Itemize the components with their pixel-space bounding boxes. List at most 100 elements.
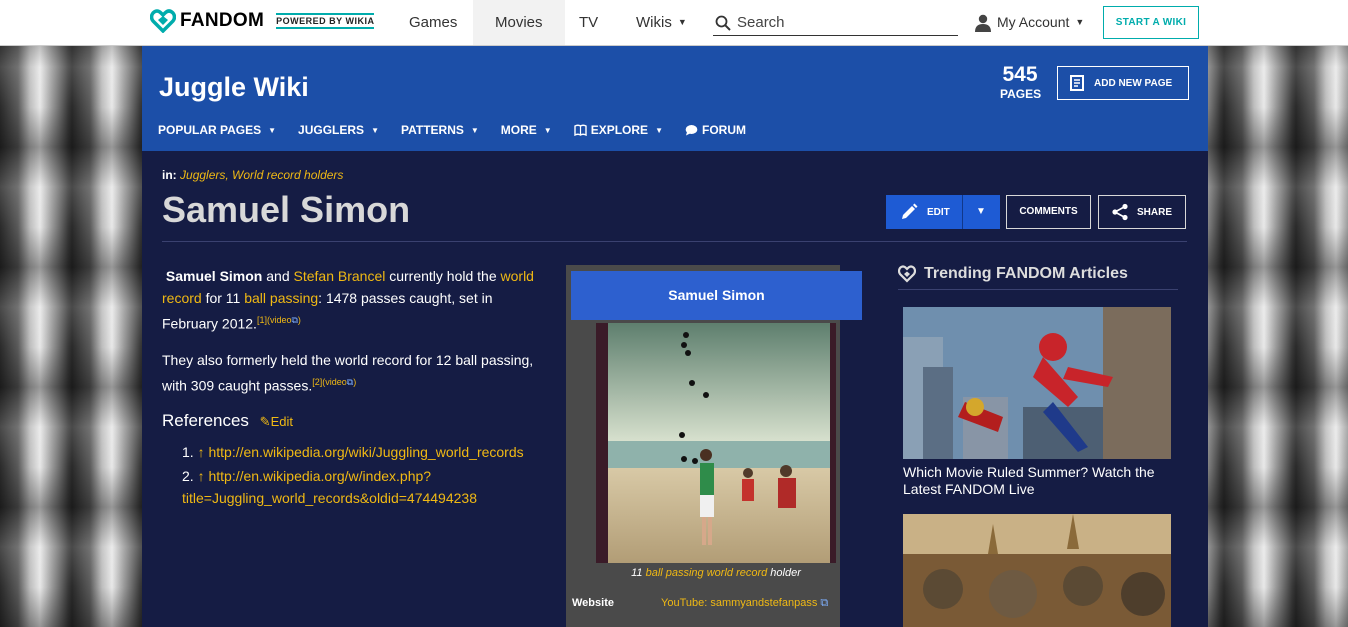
- reference-number: 1.: [182, 444, 194, 461]
- nav-patterns[interactable]: PATTERNS ▼: [401, 123, 479, 137]
- article-paragraph-1: Samuel Simon and Stefan Brancel currentl…: [162, 265, 542, 335]
- fandom-heart-icon: [898, 265, 916, 283]
- edit-button[interactable]: EDIT ▼: [886, 195, 1000, 229]
- external-link-icon: ⧉: [291, 315, 298, 325]
- nav-popular-pages-label: POPULAR PAGES: [158, 123, 262, 137]
- infobox: Samuel Simon 11 ball passing world recor…: [566, 265, 862, 627]
- reference-item: 2. ↑ http://en.wikipedia.org/w/index.php…: [182, 465, 542, 509]
- page-title: Samuel Simon: [162, 189, 411, 230]
- wiki-header: Juggle Wiki 545 PAGES ADD NEW PAGE POPUL…: [142, 46, 1208, 151]
- nav-games[interactable]: Games: [387, 0, 479, 45]
- nav-more-label: MORE: [500, 123, 537, 137]
- chevron-down-icon: ▼: [470, 125, 479, 135]
- references-edit-label: Edit: [270, 414, 293, 430]
- chevron-down-icon: ▼: [268, 125, 277, 135]
- chevron-down-icon: ▼: [371, 125, 379, 135]
- reference-2-label: [2]: [312, 376, 323, 387]
- infobox-title: Samuel Simon: [571, 271, 862, 320]
- nav-more[interactable]: MORE ▼: [501, 123, 552, 137]
- page-count-number: 545: [1002, 63, 1038, 86]
- infobox-caption: 11 ball passing world record holder: [566, 567, 866, 579]
- start-a-wiki-button[interactable]: START A WIKI: [1103, 6, 1199, 39]
- infobox-image[interactable]: [596, 323, 836, 563]
- header-divider: [162, 241, 1187, 242]
- user-icon: [975, 14, 991, 32]
- main-content: in: Jugglers, World record holders Samue…: [142, 151, 1208, 627]
- chevron-down-icon: ▼: [1075, 17, 1085, 27]
- nav-jugglers[interactable]: JUGGLERS ▼: [298, 123, 379, 137]
- link-stefan-brancel[interactable]: Stefan Brancel: [294, 268, 386, 284]
- page-count: 545 PAGES: [1000, 63, 1042, 101]
- nav-patterns-label: PATTERNS: [400, 123, 464, 137]
- search-input[interactable]: [737, 14, 937, 31]
- link-ball-passing[interactable]: ball passing: [244, 290, 318, 306]
- subject-name: Samuel Simon: [165, 268, 263, 284]
- references-heading: References ✎Edit: [162, 410, 542, 433]
- text: They also formerly held the world record…: [162, 351, 534, 394]
- website-link[interactable]: YouTube: sammyandstefanpass ⧉: [661, 597, 828, 610]
- video-link-1[interactable]: (video: [267, 315, 292, 325]
- references-list: 1. ↑ http://en.wikipedia.org/wiki/Juggli…: [182, 441, 542, 509]
- spiderman-thumbnail: [903, 307, 1171, 459]
- share-icon: [1112, 203, 1128, 221]
- chevron-down-icon: ▼: [655, 125, 663, 135]
- references-edit-link[interactable]: ✎Edit: [260, 414, 293, 429]
- categories-prefix: in:: [162, 168, 177, 182]
- reference-link[interactable]: http://en.wikipedia.org/wiki/Juggling_wo…: [208, 444, 523, 460]
- nav-movies[interactable]: Movies: [473, 0, 565, 45]
- reference-number: 2.: [182, 468, 194, 485]
- edit-dropdown-chevron-icon[interactable]: ▼: [976, 195, 986, 229]
- trending-article-title-1[interactable]: Which Movie Ruled Summer? Watch the Late…: [903, 464, 1173, 498]
- wiki-title[interactable]: Juggle Wiki: [159, 72, 309, 103]
- add-new-page-button[interactable]: ADD NEW PAGE: [1057, 66, 1189, 100]
- nav-jugglers-label: JUGGLERS: [298, 123, 365, 137]
- reference-item: 1. ↑ http://en.wikipedia.org/wiki/Juggli…: [182, 441, 542, 463]
- trending-article-image-2[interactable]: [903, 514, 1171, 627]
- external-link-icon: ⧉: [820, 597, 829, 609]
- rail-divider: [898, 289, 1178, 290]
- nav-tv[interactable]: TV: [557, 0, 620, 45]
- powered-by-wikia: POWERED BY WIKIA: [276, 13, 375, 29]
- nav-forum[interactable]: FORUM: [685, 123, 746, 137]
- chevron-down-icon: ▼: [543, 125, 552, 135]
- nav-explore[interactable]: EXPLORE ▼: [574, 123, 663, 137]
- my-account-label: My Account: [997, 14, 1070, 30]
- external-link-icon: ⧉: [346, 376, 354, 387]
- article-paragraph-2: They also formerly held the world record…: [162, 349, 542, 397]
- back-arrow-icon[interactable]: ↑: [198, 468, 205, 484]
- nav-explore-label: EXPLORE: [590, 123, 649, 137]
- trending-articles-label: Trending FANDOM Articles: [924, 265, 1128, 282]
- trending-article-image-1[interactable]: [903, 307, 1171, 459]
- comments-button[interactable]: COMMENTS: [1006, 195, 1091, 229]
- local-navigation: POPULAR PAGES ▼ JUGGLERS ▼ PATTERNS ▼ MORE ▼…: [158, 123, 768, 137]
- reference-1-label: [1]: [256, 315, 267, 325]
- new-page-icon: [1070, 75, 1084, 91]
- reference-1[interactable]: [1](video⧉): [257, 315, 301, 325]
- website-link-text: YouTube: sammyandstefanpass: [661, 597, 818, 609]
- my-account-menu[interactable]: My Account ▼: [974, 0, 1084, 45]
- nav-wikis[interactable]: Wikis ▼: [614, 0, 709, 45]
- back-arrow-icon[interactable]: ↑: [198, 444, 205, 460]
- nav-popular-pages[interactable]: POPULAR PAGES ▼: [158, 123, 276, 137]
- caption-link[interactable]: ball passing world record: [646, 567, 768, 579]
- share-label: SHARE: [1137, 206, 1173, 218]
- reference-2[interactable]: [2](video⧉): [312, 377, 356, 387]
- fandom-wordmark: FANDOM: [180, 10, 265, 31]
- search-box[interactable]: [713, 10, 958, 36]
- nav-wikis-label: Wikis: [636, 14, 672, 31]
- video-link-2[interactable]: (video: [322, 377, 347, 387]
- article-body: Samuel Simon and Stefan Brancel currentl…: [162, 265, 542, 511]
- global-navigation: FANDOM POWERED BY WIKIA Games Movies TV …: [0, 0, 1348, 46]
- add-new-page-label: ADD NEW PAGE: [1094, 77, 1173, 89]
- fandom-logo[interactable]: FANDOM POWERED BY WIKIA: [150, 8, 375, 34]
- page-count-label: PAGES: [1000, 87, 1042, 101]
- reference-link[interactable]: http://en.wikipedia.org/w/index.php?titl…: [182, 468, 477, 506]
- categories-links[interactable]: Jugglers, World record holders: [180, 168, 343, 182]
- edit-label: EDIT: [927, 206, 950, 218]
- warriors-thumbnail: [903, 514, 1171, 627]
- edit-divider: [962, 195, 963, 229]
- trending-articles-title: Trending FANDOM Articles: [898, 265, 1128, 283]
- juggler-photo: [602, 323, 830, 563]
- share-button[interactable]: SHARE: [1098, 195, 1186, 229]
- book-icon: [574, 124, 587, 136]
